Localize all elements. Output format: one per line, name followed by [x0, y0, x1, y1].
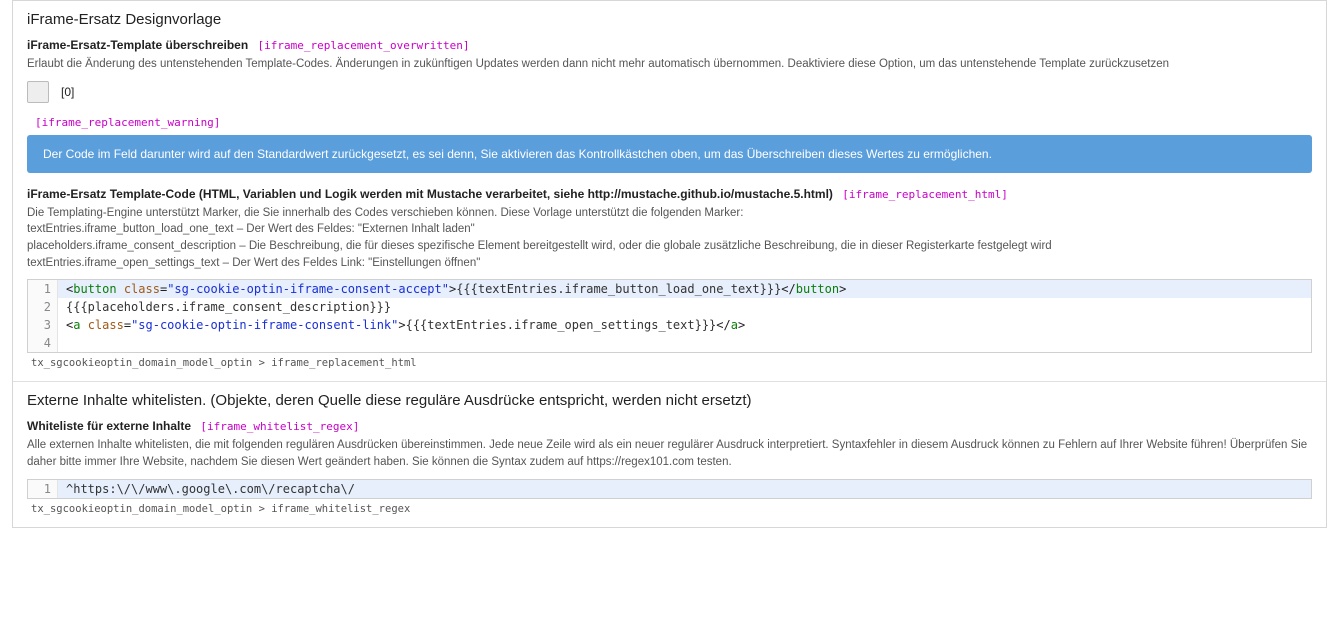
whitelist-code-editor[interactable]: 1 ^https:\/\/www\.google\.com\/recaptcha… — [27, 479, 1312, 499]
line-number: 4 — [28, 334, 58, 352]
field-label: iFrame-Ersatz-Template überschreiben — [27, 38, 248, 52]
form-panel: iFrame-Ersatz Designvorlage iFrame-Ersat… — [12, 0, 1327, 528]
field-description: Erlaubt die Änderung des untenstehenden … — [27, 56, 1312, 73]
code-line: {{{placeholders.iframe_consent_descripti… — [58, 298, 1311, 316]
code-line — [58, 334, 1311, 352]
warning-key: [iframe_replacement_warning] — [35, 116, 220, 129]
field-whitelist: Whiteliste für externe Inhalte [iframe_w… — [27, 419, 1312, 514]
line-number: 1 — [28, 480, 58, 498]
code-line: <a class="sg-cookie-optin-iframe-consent… — [58, 316, 1311, 334]
section-iframe-template: iFrame-Ersatz Designvorlage iFrame-Ersat… — [13, 1, 1326, 382]
desc-line: Die Templating-Engine unterstützt Marker… — [27, 205, 1312, 222]
desc-line: placeholders.iframe_consent_description … — [27, 238, 1312, 255]
code-line: ^https:\/\/www\.google\.com\/recaptcha\/ — [58, 480, 1311, 498]
line-number: 2 — [28, 298, 58, 316]
field-label: Whiteliste für externe Inhalte — [27, 419, 191, 433]
overwrite-checkbox[interactable] — [27, 81, 49, 103]
field-key: [iframe_replacement_html] — [842, 188, 1008, 201]
field-overwrite: iFrame-Ersatz-Template überschreiben [if… — [27, 38, 1312, 103]
field-key: [iframe_replacement_overwritten] — [258, 39, 470, 52]
field-path: tx_sgcookieoptin_domain_model_optin > if… — [31, 503, 1312, 515]
field-description: Alle externen Inhalte whitelisten, die m… — [27, 437, 1312, 470]
template-code-editor[interactable]: 1 <button class="sg-cookie-optin-iframe-… — [27, 279, 1312, 353]
line-number: 1 — [28, 280, 58, 298]
section-title: iFrame-Ersatz Designvorlage — [27, 11, 1312, 28]
checkbox-label: [0] — [61, 85, 74, 99]
field-label: iFrame-Ersatz Template-Code (HTML, Varia… — [27, 187, 833, 201]
section-whitelist: Externe Inhalte whitelisten. (Objekte, d… — [13, 382, 1326, 526]
line-number: 3 — [28, 316, 58, 334]
field-key: [iframe_whitelist_regex] — [200, 420, 359, 433]
checkbox-row: [0] — [27, 81, 1312, 103]
desc-line: textEntries.iframe_open_settings_text – … — [27, 255, 1312, 272]
desc-line: textEntries.iframe_button_load_one_text … — [27, 221, 1312, 238]
warning-alert: Der Code im Feld darunter wird auf den S… — [27, 135, 1312, 173]
field-path: tx_sgcookieoptin_domain_model_optin > if… — [31, 357, 1312, 369]
code-line: <button class="sg-cookie-optin-iframe-co… — [58, 280, 1311, 298]
section-title: Externe Inhalte whitelisten. (Objekte, d… — [27, 392, 1312, 409]
field-template-code: iFrame-Ersatz Template-Code (HTML, Varia… — [27, 187, 1312, 370]
warning-key-row: [iframe_replacement_warning] — [35, 115, 1312, 129]
field-description: Die Templating-Engine unterstützt Marker… — [27, 205, 1312, 272]
